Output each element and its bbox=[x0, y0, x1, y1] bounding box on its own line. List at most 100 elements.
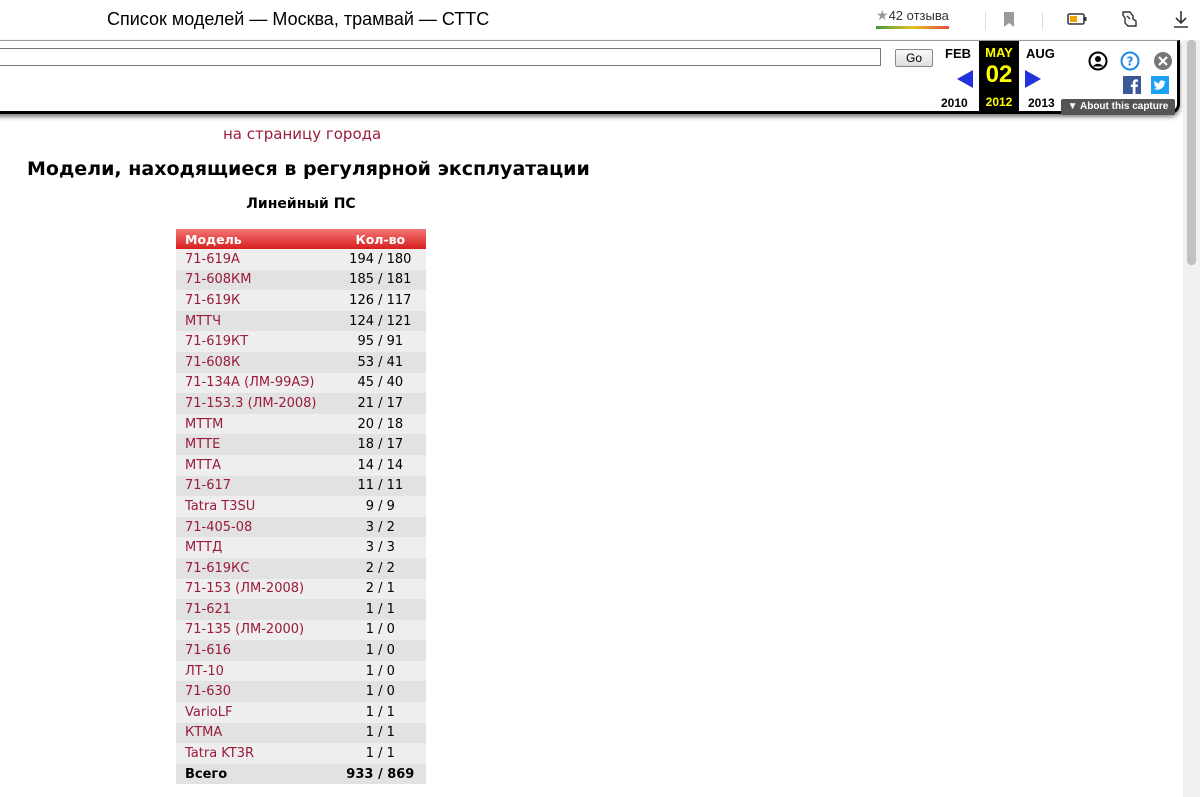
total-count: 933 / 869 bbox=[334, 763, 426, 785]
model-link[interactable]: 71-134А (ЛМ-99АЭ) bbox=[185, 375, 314, 390]
prev-capture-arrow-icon[interactable] bbox=[955, 68, 975, 90]
model-link[interactable]: 71-619К bbox=[185, 293, 240, 308]
facebook-icon[interactable] bbox=[1123, 76, 1141, 94]
model-count: 1 / 1 bbox=[334, 722, 426, 744]
table-row: МТТД 3 / 3 bbox=[176, 537, 426, 558]
separator bbox=[1042, 12, 1043, 30]
extension-icon[interactable] bbox=[1118, 8, 1140, 30]
download-icon[interactable] bbox=[1170, 8, 1192, 30]
svg-text:?: ? bbox=[1127, 55, 1134, 69]
city-page-link[interactable]: на страницу города bbox=[223, 125, 381, 143]
model-count: 53 / 41 bbox=[334, 351, 426, 373]
twitter-icon[interactable] bbox=[1151, 76, 1169, 94]
model-count: 1 / 0 bbox=[334, 640, 426, 661]
model-link[interactable]: МТТЧ bbox=[185, 314, 221, 329]
table-row: 71-608К 53 / 41 bbox=[176, 351, 426, 373]
model-link[interactable]: 71-405-08 bbox=[185, 520, 252, 535]
model-link[interactable]: VarioLF bbox=[185, 705, 232, 720]
wayback-toolbar: Go FEB 2010 MAY 02 2012 AUG 2013 ? ▼ Abo… bbox=[0, 40, 1180, 115]
table-row: 71-621 1 / 1 bbox=[176, 599, 426, 620]
about-capture-button[interactable]: ▼ About this capture bbox=[1061, 99, 1175, 115]
model-link[interactable]: 71-608КМ bbox=[185, 272, 252, 287]
model-count: 20 / 18 bbox=[334, 413, 426, 435]
model-count: 1 / 1 bbox=[334, 599, 426, 620]
go-button[interactable]: Go bbox=[895, 49, 933, 67]
prev-year-link[interactable]: 2010 bbox=[941, 96, 968, 110]
model-link[interactable]: 71-621 bbox=[185, 602, 231, 617]
table-row: МТТЧ 124 / 121 bbox=[176, 310, 426, 332]
model-link[interactable]: 71-619А bbox=[185, 252, 240, 267]
model-link[interactable]: Tatra T3SU bbox=[185, 499, 255, 514]
column-header-model: Модель bbox=[176, 229, 335, 249]
table-row: МТТА 14 / 14 bbox=[176, 454, 426, 476]
model-count: 1 / 0 bbox=[334, 681, 426, 703]
model-link[interactable]: 71-153.3 (ЛМ-2008) bbox=[185, 396, 317, 411]
model-link[interactable]: 71-617 bbox=[185, 478, 231, 493]
current-year: 2012 bbox=[985, 95, 1013, 109]
model-link[interactable]: КТМА bbox=[185, 725, 222, 740]
total-label: Всего bbox=[176, 763, 335, 785]
model-count: 18 / 17 bbox=[334, 434, 426, 455]
model-link[interactable]: 71-153 (ЛМ-2008) bbox=[185, 581, 304, 596]
model-count: 9 / 9 bbox=[334, 496, 426, 517]
table-body: 71-619А 194 / 180 71-608КМ 185 / 181 71-61… bbox=[176, 249, 426, 785]
model-link[interactable]: ЛТ-10 bbox=[185, 664, 224, 679]
next-month-link[interactable]: AUG bbox=[1026, 46, 1055, 61]
model-count: 2 / 2 bbox=[334, 557, 426, 579]
model-link[interactable]: 71-619КС bbox=[185, 561, 249, 576]
help-icon[interactable]: ? bbox=[1120, 51, 1140, 71]
model-link[interactable]: МТТД bbox=[185, 540, 222, 555]
table-row: 71-608КМ 185 / 181 bbox=[176, 269, 426, 291]
model-count: 45 / 40 bbox=[334, 372, 426, 394]
model-link[interactable]: 71-619КТ bbox=[185, 334, 248, 349]
browser-titlebar: Список моделей — Москва, трамвай — СТТС … bbox=[0, 0, 1200, 40]
table-row: 71-134А (ЛМ-99АЭ) 45 / 40 bbox=[176, 372, 426, 394]
next-capture-arrow-icon[interactable] bbox=[1023, 68, 1043, 90]
table-row: 71-405-08 3 / 2 bbox=[176, 516, 426, 538]
model-link[interactable]: 71-608К bbox=[185, 355, 240, 370]
current-month: MAY bbox=[985, 45, 1013, 60]
page-heading: Модели, находящиеся в регулярной эксплуа… bbox=[27, 158, 590, 180]
battery-icon[interactable] bbox=[1066, 8, 1088, 30]
model-link[interactable]: 71-630 bbox=[185, 684, 231, 699]
model-link[interactable]: 71-616 bbox=[185, 643, 231, 658]
model-link[interactable]: 71-135 (ЛМ-2000) bbox=[185, 622, 304, 637]
table-row: 71-619К 126 / 117 bbox=[176, 290, 426, 311]
close-icon[interactable] bbox=[1153, 51, 1173, 71]
current-capture-date: MAY 02 2012 bbox=[979, 41, 1019, 114]
user-account-icon[interactable] bbox=[1088, 51, 1108, 71]
table-row: Tatra T3SU 9 / 9 bbox=[176, 496, 426, 517]
model-count: 1 / 0 bbox=[334, 619, 426, 641]
model-count: 185 / 181 bbox=[334, 269, 426, 291]
model-link[interactable]: МТТМ bbox=[185, 417, 223, 432]
table-caption: Линейный ПС bbox=[246, 196, 356, 212]
models-table: Модель Кол-во 71-619А 194 / 180 71-608КМ 1… bbox=[176, 229, 426, 785]
table-row: 71-619А 194 / 180 bbox=[176, 249, 426, 270]
prev-month-link[interactable]: FEB bbox=[945, 46, 971, 61]
scrollbar-thumb[interactable] bbox=[1187, 40, 1196, 265]
table-row: 71-617 11 / 11 bbox=[176, 475, 426, 497]
table-row: 71-630 1 / 0 bbox=[176, 681, 426, 703]
reviews-count: 42 отзыва bbox=[888, 8, 949, 23]
model-count: 2 / 1 bbox=[334, 578, 426, 600]
table-row: 71-153 (ЛМ-2008) 2 / 1 bbox=[176, 578, 426, 600]
table-header-row: Модель Кол-во bbox=[176, 229, 426, 249]
star-icon: ★ bbox=[876, 7, 889, 23]
model-count: 194 / 180 bbox=[334, 249, 426, 270]
wayback-url-input[interactable] bbox=[0, 48, 881, 66]
scrollbar[interactable] bbox=[1183, 40, 1200, 797]
separator bbox=[985, 12, 986, 30]
model-count: 1 / 1 bbox=[334, 743, 426, 764]
current-day: 02 bbox=[985, 61, 1013, 88]
bookmark-icon[interactable] bbox=[998, 8, 1020, 30]
table-row: 71-616 1 / 0 bbox=[176, 640, 426, 661]
about-capture-label: About this capture bbox=[1079, 101, 1169, 112]
reviews-badge[interactable]: ★42 отзыва bbox=[876, 7, 949, 29]
model-count: 11 / 11 bbox=[334, 475, 426, 497]
model-link[interactable]: МТТЕ bbox=[185, 437, 220, 452]
next-year-link[interactable]: 2013 bbox=[1028, 96, 1055, 110]
model-link[interactable]: МТТА bbox=[185, 458, 221, 473]
table-row: ЛТ-10 1 / 0 bbox=[176, 660, 426, 682]
model-count: 1 / 0 bbox=[334, 660, 426, 682]
model-link[interactable]: Tatra KT3R bbox=[185, 746, 254, 761]
